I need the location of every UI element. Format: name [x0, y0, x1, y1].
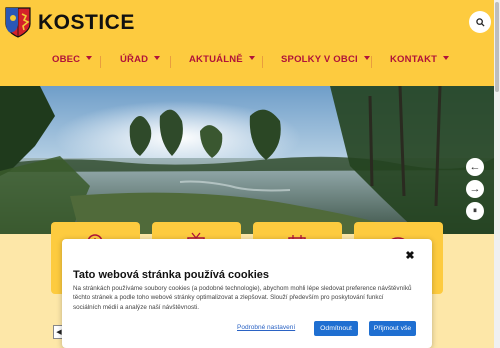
hero-image: [0, 86, 494, 234]
close-icon: ✖: [405, 250, 415, 262]
cookie-reject-button[interactable]: Odmítnout: [314, 321, 358, 336]
nav-item-spolky[interactable]: SPOLKY V OBCI: [281, 54, 370, 65]
nav-label: AKTUÁLNĚ: [189, 54, 243, 65]
nav-label: ÚŘAD: [120, 54, 149, 65]
hero-slideshow: ← → ⏸: [0, 86, 494, 234]
cookie-description: Na stránkách používáme soubory cookies (…: [73, 285, 412, 311]
page-scrollbar[interactable]: [494, 0, 500, 348]
chevron-down-icon: [248, 56, 255, 61]
arrow-right-icon: →: [469, 183, 481, 195]
pause-icon: ⏸: [473, 206, 477, 215]
scrollbar-thumb[interactable]: [495, 2, 499, 92]
chevron-down-icon: [86, 56, 93, 61]
nav-item-urad[interactable]: ÚŘAD: [120, 54, 161, 65]
nav-divider: [170, 56, 171, 68]
nav-label: KONTAKT: [390, 54, 438, 65]
slide-prev-button[interactable]: ←: [466, 158, 484, 176]
search-button[interactable]: [469, 11, 491, 33]
arrow-left-icon: ◀: [56, 329, 62, 336]
nav-item-obec[interactable]: OBEC: [52, 54, 93, 65]
arrow-left-icon: ←: [469, 161, 481, 173]
nav-divider: [371, 56, 372, 68]
main-nav: OBEC ÚŘAD AKTUÁLNĚ SPOLKY V OBCI KONTAKT: [0, 48, 494, 74]
chevron-down-icon: [154, 56, 161, 61]
slide-pause-button[interactable]: ⏸: [466, 202, 484, 220]
nav-divider: [100, 56, 101, 68]
close-button[interactable]: ✖: [404, 250, 416, 262]
site-title[interactable]: KOSTICE: [38, 11, 135, 35]
cookie-settings-link[interactable]: Podrobné nastavení: [237, 324, 295, 331]
cookie-consent-dialog: ✖ Tato webová stránka používá cookies Na…: [62, 239, 432, 348]
search-icon: [475, 17, 485, 27]
nav-label: OBEC: [52, 54, 81, 65]
chevron-down-icon: [443, 56, 450, 61]
cookie-title: Tato webová stránka používá cookies: [73, 269, 270, 281]
site-header: KOSTICE OBEC ÚŘAD AKTUÁLNĚ SPOLKY V OBCI…: [0, 0, 494, 86]
nav-divider: [262, 56, 263, 68]
nav-item-aktualne[interactable]: AKTUÁLNĚ: [189, 54, 255, 65]
chevron-down-icon: [363, 56, 370, 61]
coat-of-arms-logo[interactable]: [4, 6, 32, 38]
cookie-accept-button[interactable]: Přijmout vše: [369, 321, 416, 336]
nav-item-kontakt[interactable]: KONTAKT: [390, 54, 450, 65]
slide-next-button[interactable]: →: [466, 180, 484, 198]
nav-label: SPOLKY V OBCI: [281, 54, 358, 65]
